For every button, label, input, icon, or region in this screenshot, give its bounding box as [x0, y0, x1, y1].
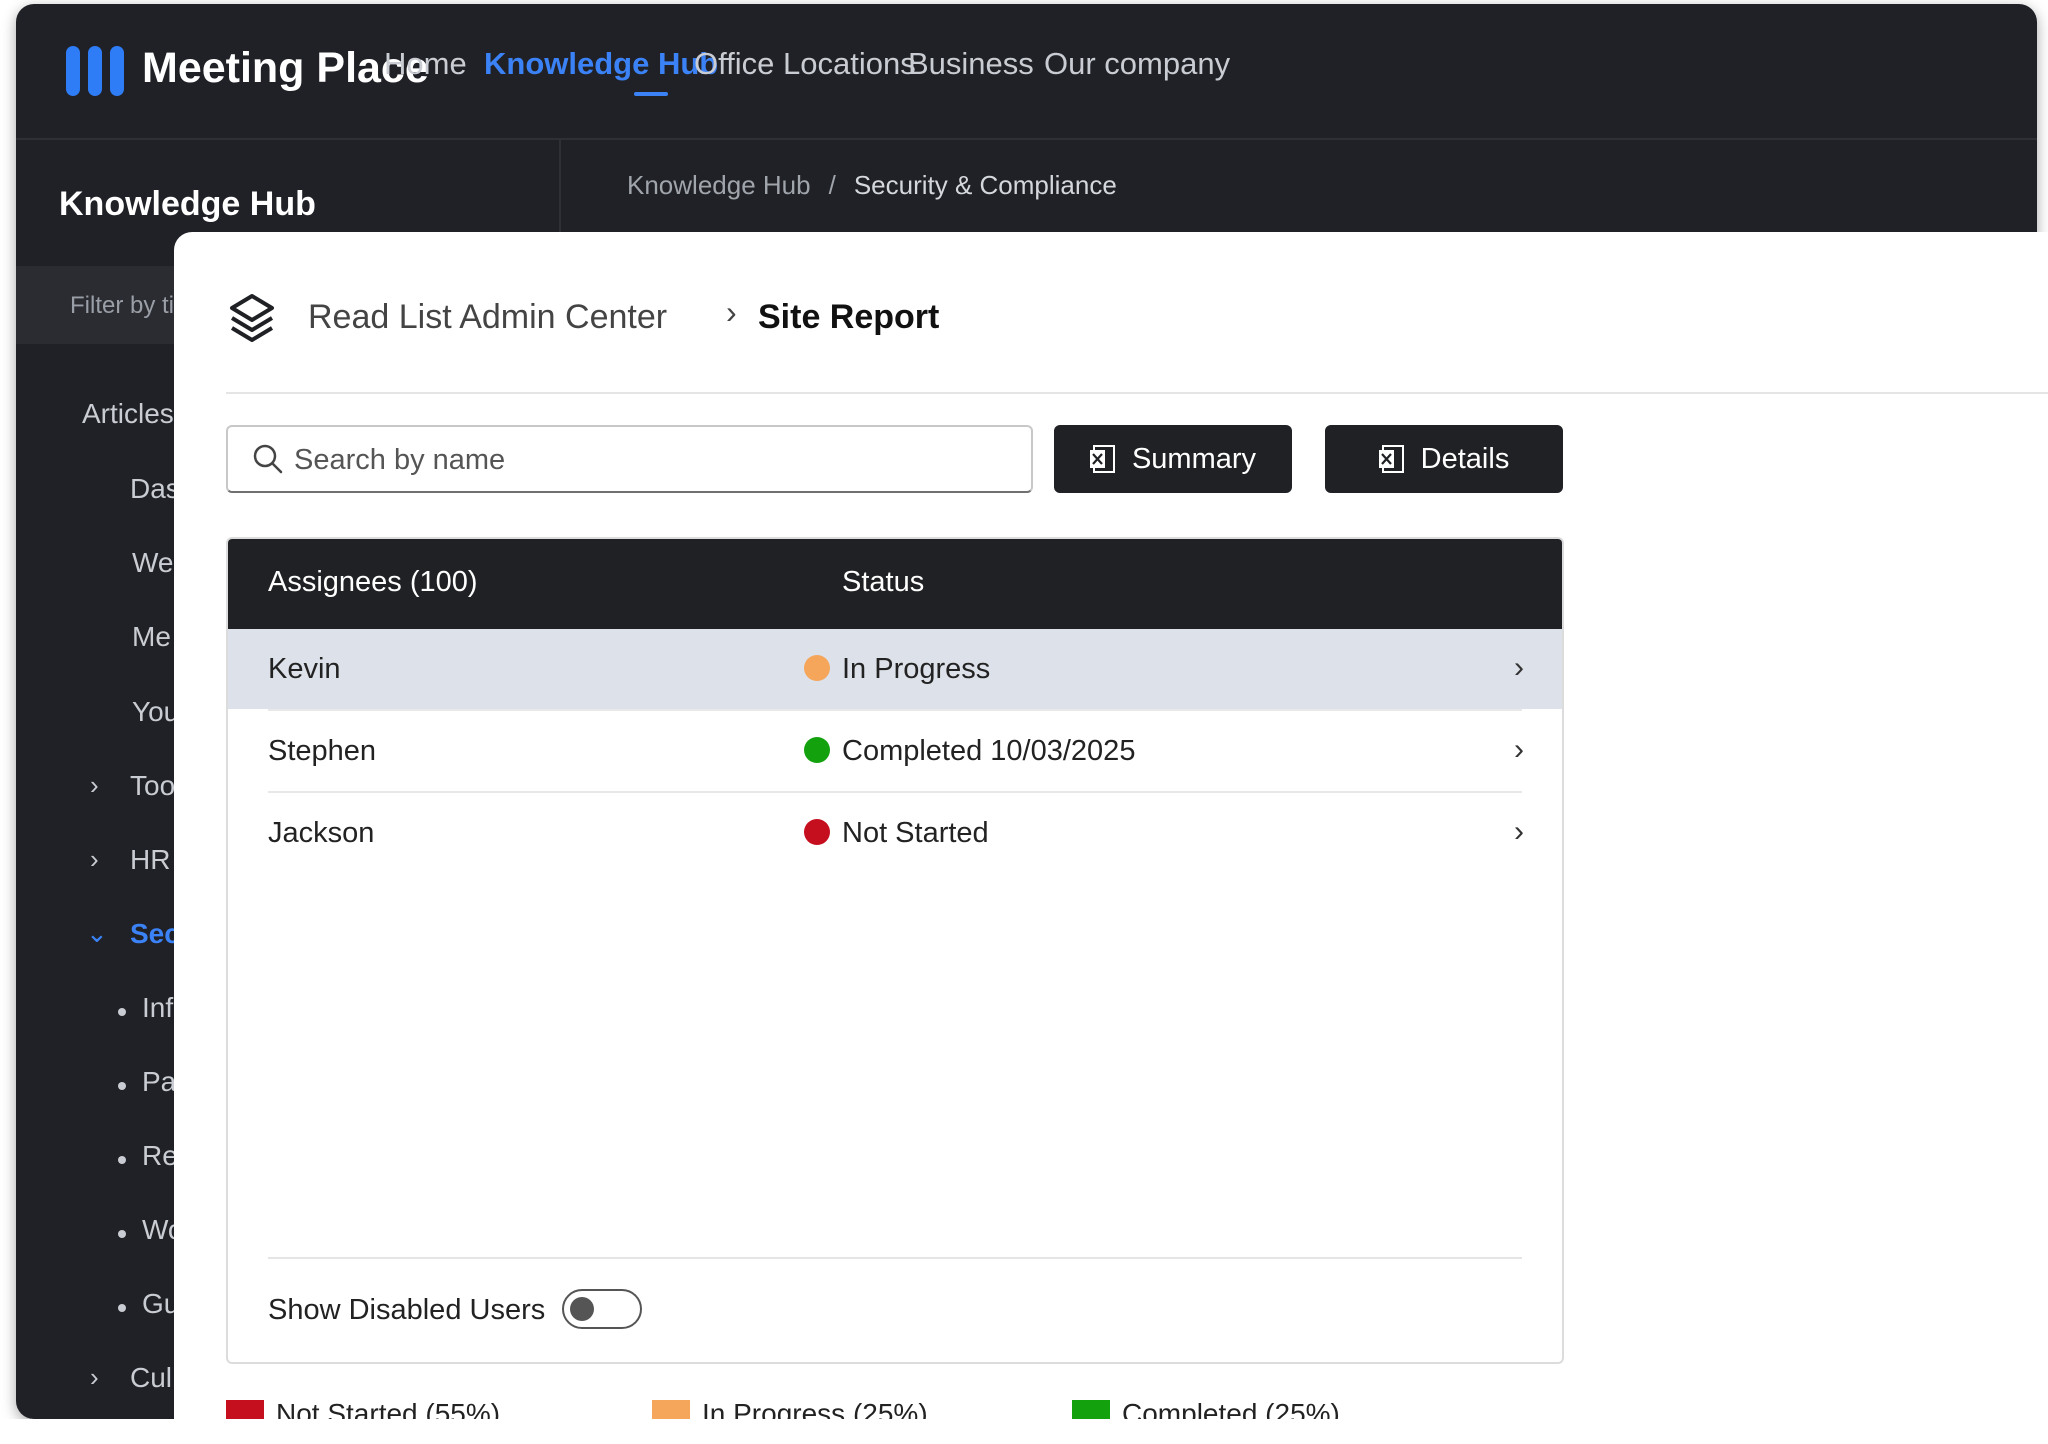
summary-export-button[interactable]: Summary [1054, 425, 1292, 493]
details-label: Details [1420, 442, 1510, 475]
excel-icon [1089, 445, 1115, 473]
table-row[interactable]: Jackson Not Started › [228, 793, 1562, 873]
details-export-button[interactable]: Details [1325, 425, 1563, 493]
assignees-table: Assignees (100) Status Kevin In Progress… [226, 537, 1564, 1364]
table-footer-divider [268, 1257, 1522, 1259]
search-box [226, 425, 1033, 493]
status-text: Not Started [842, 817, 989, 849]
assignee-name: Jackson [268, 817, 375, 849]
layers-stack-icon [230, 294, 274, 342]
column-header-assignees[interactable]: Assignees (100) [268, 566, 478, 599]
search-input[interactable] [292, 437, 996, 483]
sidebar-divider [559, 140, 561, 240]
breadcrumb-current: Security & Compliance [853, 170, 1117, 200]
chevron-right-icon[interactable]: › [1514, 651, 1524, 685]
assignee-name: Kevin [268, 653, 341, 685]
sidebar-item-active[interactable]: Sec [130, 918, 180, 950]
chevron-right-icon: › [726, 294, 737, 330]
sidebar-item[interactable]: Cul [130, 1362, 172, 1394]
show-disabled-users-toggle[interactable] [562, 1289, 642, 1329]
toggle-knob [570, 1297, 594, 1321]
column-header-status[interactable]: Status [842, 566, 924, 599]
sidebar-section-articles[interactable]: Articles [82, 398, 174, 430]
admin-center-link[interactable]: Read List Admin Center [308, 298, 667, 337]
page-title: Site Report [758, 298, 940, 336]
status-text: Completed 10/03/2025 [842, 735, 1136, 767]
bullet-icon [118, 1082, 126, 1090]
sidebar-item[interactable]: You [132, 696, 179, 728]
table-header: Assignees (100) Status [228, 539, 1562, 629]
sidebar-title: Knowledge Hub [59, 185, 316, 223]
brand-logo-icon [66, 46, 124, 96]
show-disabled-users-label: Show Disabled Users [268, 1294, 546, 1326]
sidebar-item[interactable]: Me [132, 621, 171, 653]
sidebar-item[interactable]: HR [130, 844, 170, 876]
status-text: In Progress [842, 653, 991, 685]
sidebar-subitem[interactable]: Inf [142, 992, 173, 1024]
page-bottom-margin [0, 1419, 2048, 1444]
chevron-down-icon[interactable]: ⌄ [86, 918, 108, 949]
sidebar-item[interactable]: Too [130, 770, 175, 802]
header-divider [226, 392, 2048, 394]
assignee-name: Stephen [268, 735, 377, 767]
nav-home[interactable]: Home [384, 46, 467, 82]
summary-label: Summary [1131, 442, 1257, 475]
table-row[interactable]: Stephen Completed 10/03/2025 › [228, 711, 1562, 791]
sidebar-subitem[interactable]: Pa [142, 1066, 176, 1098]
nav-office-locations[interactable]: Office Locations [694, 46, 916, 82]
search-icon [253, 444, 283, 474]
chevron-right-icon[interactable]: › [90, 844, 99, 875]
bullet-icon [118, 1230, 126, 1238]
top-nav: Meeting Place Home Knowledge Hub Office … [16, 4, 2037, 140]
status-dot-icon [804, 819, 830, 845]
sidebar-item[interactable]: We [132, 547, 174, 579]
chevron-right-icon[interactable]: › [90, 1362, 99, 1393]
nav-active-indicator [634, 92, 668, 96]
bullet-icon [118, 1304, 126, 1312]
breadcrumb-parent[interactable]: Knowledge Hub [627, 170, 811, 200]
breadcrumb-separator: / [828, 170, 836, 200]
bullet-icon [118, 1156, 126, 1164]
chevron-right-icon[interactable]: › [90, 770, 99, 801]
bullet-icon [118, 1008, 126, 1016]
chevron-right-icon[interactable]: › [1514, 815, 1524, 849]
nav-our-company[interactable]: Our company [1044, 46, 1230, 82]
chevron-right-icon[interactable]: › [1514, 733, 1524, 767]
nav-business[interactable]: Business [908, 46, 1034, 82]
site-report-panel: Read List Admin Center › Site Report Sum… [174, 232, 2048, 1429]
sidebar-item[interactable]: Das [130, 473, 180, 505]
status-dot-icon [804, 655, 830, 681]
excel-icon [1378, 445, 1404, 473]
sidebar-subitem[interactable]: Re [142, 1140, 178, 1172]
breadcrumb: Knowledge Hub / Security & Compliance [627, 170, 1117, 201]
status-dot-icon [804, 737, 830, 763]
nav-knowledge-hub[interactable]: Knowledge Hub [484, 46, 718, 82]
table-row[interactable]: Kevin In Progress › [228, 629, 1562, 709]
